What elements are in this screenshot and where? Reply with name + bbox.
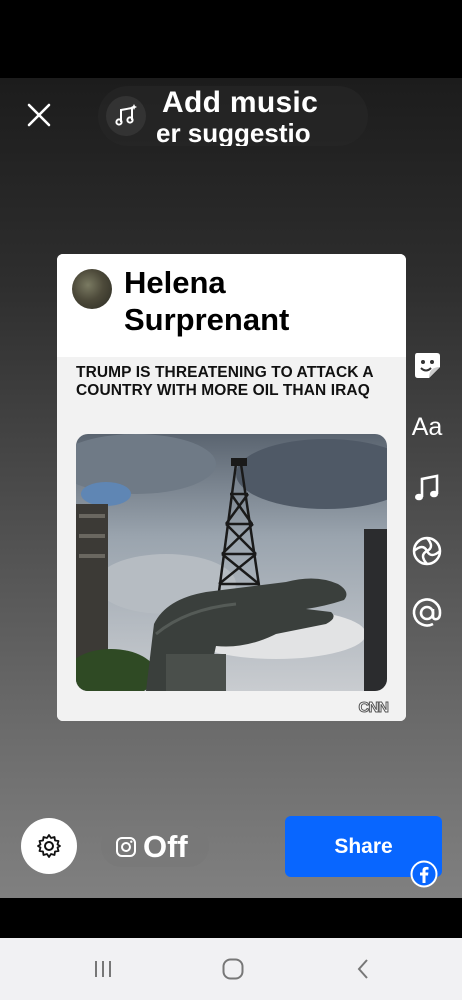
post-image	[76, 434, 387, 691]
post-headline: TRUMP IS THREATENING TO ATTACK A COUNTRY…	[76, 364, 374, 399]
status-bar	[0, 0, 462, 78]
music-suggestion-label: er suggestio	[156, 118, 311, 146]
mention-icon	[412, 598, 442, 627]
share-button-label: Share	[334, 834, 393, 858]
close-icon	[27, 103, 51, 127]
text-icon: Aa	[411, 412, 443, 441]
shared-post-card[interactable]: Helena Surprenant TRUMP IS THREATENING T…	[57, 254, 406, 721]
mention-button[interactable]	[404, 593, 450, 633]
add-music-button[interactable]: Add music er suggestio	[98, 86, 368, 146]
music-button[interactable]	[404, 469, 450, 509]
recents-icon	[95, 961, 111, 977]
back-icon	[357, 959, 368, 979]
avatar	[72, 269, 112, 309]
system-nav-bar	[0, 938, 462, 1000]
add-music-title: Add music	[162, 86, 319, 119]
instagram-share-toggle[interactable]: Off	[101, 826, 209, 867]
facebook-icon	[410, 860, 438, 888]
sticker-icon	[415, 353, 440, 378]
settings-button[interactable]	[21, 818, 77, 874]
source-logo: CNN	[358, 699, 389, 717]
gear-icon	[37, 834, 61, 858]
post-header: Helena Surprenant	[57, 254, 406, 357]
recents-button[interactable]	[88, 955, 118, 983]
instagram-icon	[116, 836, 136, 857]
effects-icon	[412, 536, 442, 566]
music-note-icon	[415, 474, 439, 501]
text-button[interactable]: Aa	[404, 407, 450, 447]
bottom-spacer	[0, 898, 462, 938]
post-body: TRUMP IS THREATENING TO ATTACK A COUNTRY…	[57, 357, 406, 721]
home-button[interactable]	[218, 955, 248, 983]
effects-button[interactable]	[404, 531, 450, 571]
post-author: Helena Surprenant	[124, 265, 290, 337]
close-button[interactable]	[22, 98, 56, 132]
home-icon	[222, 958, 244, 980]
back-button[interactable]	[348, 955, 378, 983]
sticker-button[interactable]	[404, 345, 450, 385]
music-sparkle-icon	[106, 96, 146, 136]
instagram-toggle-state: Off	[143, 828, 188, 864]
